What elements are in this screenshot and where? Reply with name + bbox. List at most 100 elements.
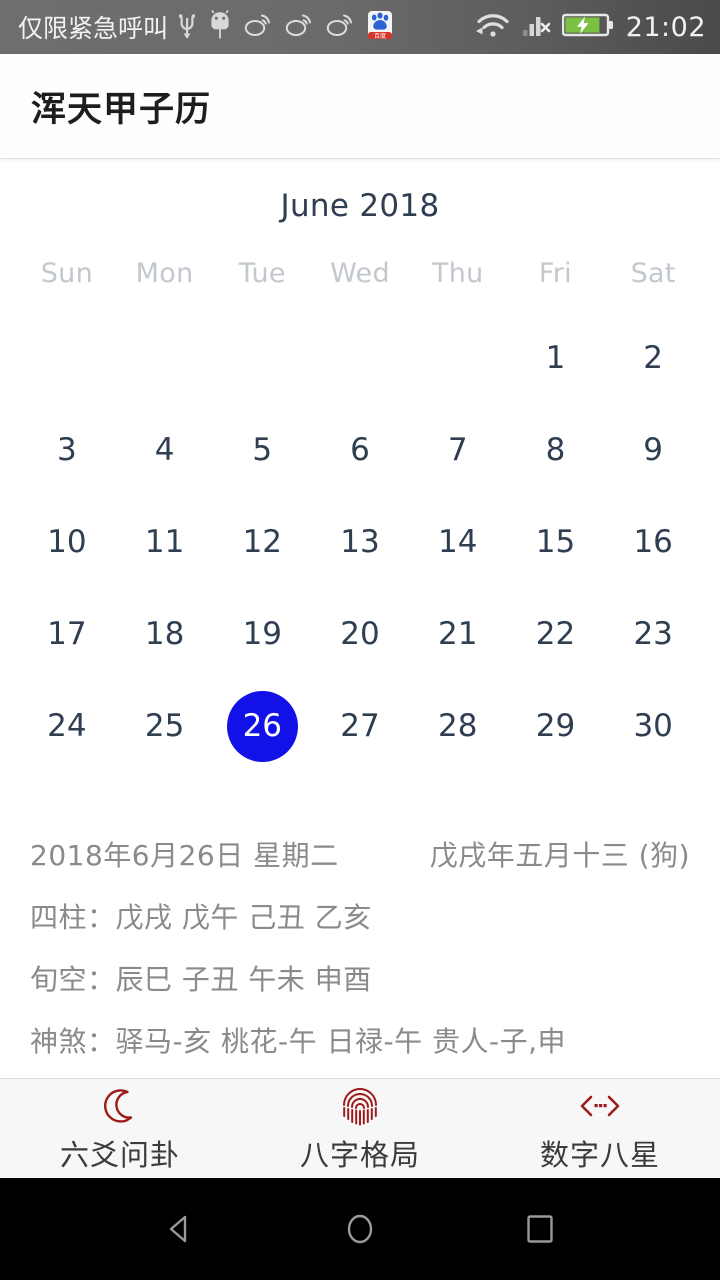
weekday-label-mon: Mon	[135, 257, 194, 289]
weibo-icon	[244, 12, 272, 43]
calendar-day-cell-9[interactable]: 9	[604, 404, 702, 496]
calendar-day-cell-3[interactable]: 3	[18, 404, 116, 496]
day-label: 30	[633, 708, 673, 744]
recents-button[interactable]	[505, 1194, 575, 1264]
baidu-icon: 百度	[367, 10, 393, 45]
tab-bazi-geju[interactable]: 八字格局	[240, 1079, 480, 1179]
calendar-day-cell-18[interactable]: 18	[116, 588, 214, 680]
calendar-day-cell-1[interactable]: 1	[507, 312, 605, 404]
calendar-day-cell-16[interactable]: 16	[604, 496, 702, 588]
android-robot-icon	[209, 9, 231, 45]
day-label: 6	[350, 432, 370, 468]
calendar-week-row: 10 11 12 13 14 15 16	[18, 496, 702, 588]
app-title: 浑天甲子历	[31, 89, 212, 130]
tab-shuzi-baxing[interactable]: 数字八星	[480, 1079, 720, 1179]
calendar-day-cell-24[interactable]: 24	[18, 680, 116, 772]
day-label: 16	[633, 524, 673, 560]
calendar-day-cell-28[interactable]: 28	[409, 680, 507, 772]
day-label: 4	[154, 432, 175, 468]
day-label: 7	[447, 432, 468, 468]
bottom-tab-bar: 六爻问卦 八字格局 数字八星	[0, 1078, 720, 1178]
calendar-day-cell-21[interactable]: 21	[409, 588, 507, 680]
calendar-day-cell	[311, 312, 409, 404]
calendar-day-cell-20[interactable]: 20	[311, 588, 409, 680]
calendar-day-cell-22[interactable]: 22	[507, 588, 605, 680]
day-label: 20	[340, 616, 380, 652]
calendar-day-cell-15[interactable]: 15	[507, 496, 605, 588]
weekday-cell: Tue	[213, 234, 311, 312]
calendar-day-cell-12[interactable]: 12	[213, 496, 311, 588]
weekday-header-row: Sun Mon Tue Wed Thu Fri Sat	[18, 234, 702, 312]
calendar-grid: Sun Mon Tue Wed Thu Fri Sat 1 2 3 4 5 6 …	[0, 234, 720, 772]
carrier-label: 仅限紧急呼叫	[18, 14, 169, 43]
day-label: 19	[242, 616, 283, 652]
tab-liuyao-wengua[interactable]: 六爻问卦	[0, 1079, 240, 1179]
selected-day-label: 26	[226, 690, 298, 762]
weekday-label-sat: Sat	[630, 257, 676, 289]
calendar-day-cell	[18, 312, 116, 404]
calendar-day-cell-10[interactable]: 10	[18, 496, 116, 588]
day-label: 25	[144, 708, 185, 744]
day-label: 21	[438, 616, 478, 652]
weibo-icon	[285, 12, 313, 43]
weekday-label-wed: Wed	[330, 257, 390, 289]
calendar-day-cell-23[interactable]: 23	[604, 588, 702, 680]
calendar-day-cell-30[interactable]: 30	[604, 680, 702, 772]
calendar-day-cell	[116, 312, 214, 404]
usb-icon	[178, 10, 196, 45]
calendar-day-cell-8[interactable]: 8	[507, 404, 605, 496]
day-label: 17	[47, 616, 87, 652]
tab-label-shuzi: 数字八星	[539, 1137, 660, 1172]
weekday-cell: Wed	[311, 234, 409, 312]
calendar-day-cell-19[interactable]: 19	[213, 588, 311, 680]
calendar-day-cell-26-selected[interactable]: 26	[213, 680, 311, 772]
weekday-label-fri: Fri	[538, 257, 572, 289]
svg-text:百度: 百度	[374, 32, 386, 40]
app-bar: 浑天甲子历	[0, 54, 720, 158]
day-label: 24	[47, 708, 87, 744]
home-button[interactable]	[325, 1194, 395, 1264]
calendar-day-cell-27[interactable]: 27	[311, 680, 409, 772]
calendar-day-cell-13[interactable]: 13	[311, 496, 409, 588]
status-clock: 21:02	[625, 11, 706, 43]
day-label: 18	[144, 616, 185, 652]
back-button[interactable]	[145, 1194, 215, 1264]
calendar-day-cell-4[interactable]: 4	[116, 404, 214, 496]
four-pillars-label: 四柱：戊戌 戊午 己丑 乙亥	[30, 901, 372, 934]
day-label: 11	[144, 524, 185, 560]
calendar-day-cell-2[interactable]: 2	[604, 312, 702, 404]
day-label: 12	[242, 524, 283, 560]
calendar-day-cell-6[interactable]: 6	[311, 404, 409, 496]
code-brackets-icon	[577, 1084, 623, 1128]
calendar-day-cell-17[interactable]: 17	[18, 588, 116, 680]
calendar-day-cell	[213, 312, 311, 404]
weekday-cell: Fri	[507, 234, 605, 312]
day-label: 13	[340, 524, 380, 560]
calendar-day-cell-29[interactable]: 29	[507, 680, 605, 772]
weekday-cell: Mon	[116, 234, 214, 312]
status-notification-icons: 百度	[178, 9, 393, 45]
calendar-day-cell-11[interactable]: 11	[116, 496, 214, 588]
crescent-moon-icon	[100, 1084, 140, 1128]
tab-label-liuyao: 六爻问卦	[59, 1137, 180, 1172]
battery-charging-icon	[561, 10, 616, 45]
calendar-widget[interactable]: June 2018 Sun Mon Tue Wed Thu Fri Sat 1 …	[0, 158, 720, 772]
calendar-day-cell-14[interactable]: 14	[409, 496, 507, 588]
calendar-day-cell-5[interactable]: 5	[213, 404, 311, 496]
day-label: 29	[535, 708, 576, 744]
phone-screen: 仅限紧急呼叫 百度 21:02 浑天甲子历 June 2018 Sun Mon …	[0, 0, 720, 1280]
day-label: 10	[47, 524, 87, 560]
wifi-icon	[474, 10, 512, 45]
day-label: 5	[252, 432, 273, 468]
day-label: 2	[643, 340, 664, 376]
weekday-cell: Sat	[604, 234, 702, 312]
day-label: 23	[633, 616, 673, 652]
solar-date-label: 2018年6月26日 星期二	[30, 839, 339, 872]
day-label: 3	[56, 432, 77, 468]
calendar-day-cell-7[interactable]: 7	[409, 404, 507, 496]
weekday-label-sun: Sun	[40, 257, 93, 289]
calendar-day-cell-25[interactable]: 25	[116, 680, 214, 772]
calendar-week-row: 17 18 19 20 21 22 23	[18, 588, 702, 680]
cellular-no-sim-icon	[522, 10, 552, 45]
